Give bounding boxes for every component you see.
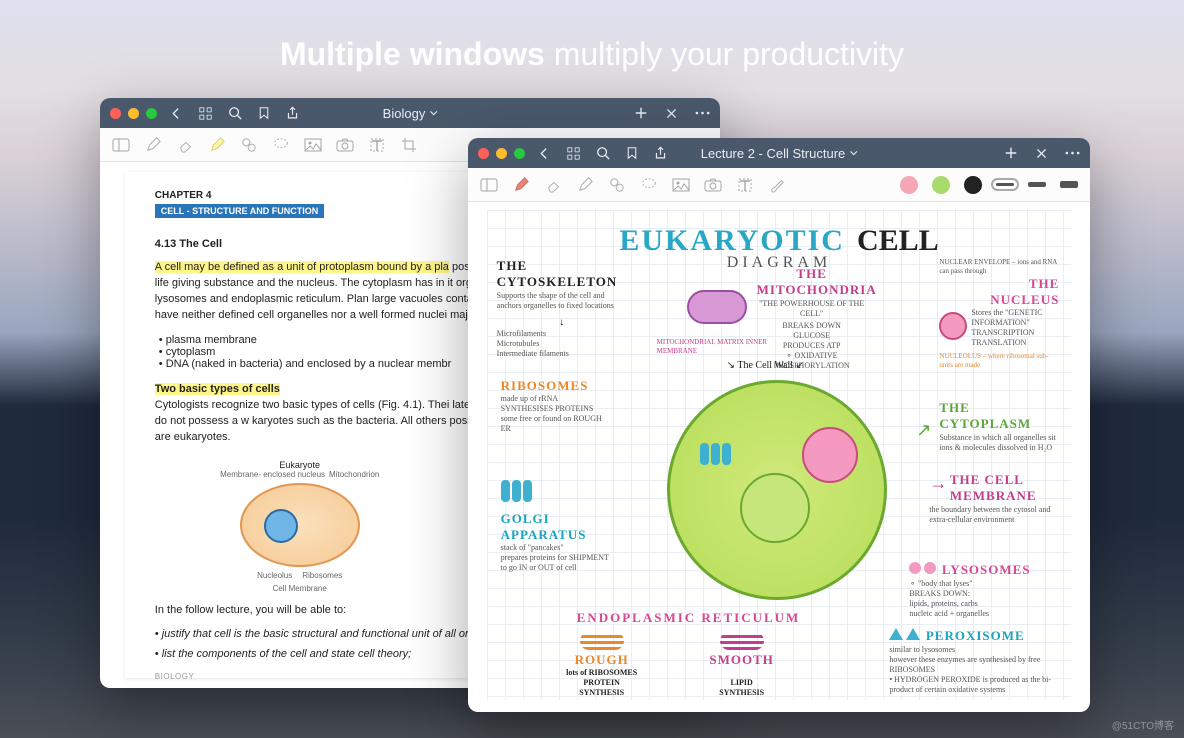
- search-icon[interactable]: [595, 146, 610, 161]
- highlighter-icon[interactable]: [208, 136, 226, 154]
- stroke-thick[interactable]: [1060, 181, 1078, 188]
- grid-icon[interactable]: [198, 106, 213, 121]
- camera-icon[interactable]: [336, 136, 354, 154]
- maximize-icon[interactable]: [514, 148, 525, 159]
- label-er: ENDOPLASMIC RETICULUM: [577, 610, 801, 627]
- camera-icon[interactable]: [704, 176, 722, 194]
- cell-drawing: [667, 380, 887, 600]
- chevron-down-icon: [429, 110, 437, 116]
- maximize-icon[interactable]: [146, 108, 157, 119]
- mitochondria-drawing: [687, 290, 747, 324]
- eukaryote-figure: [240, 483, 360, 567]
- close-icon[interactable]: [110, 108, 121, 119]
- stroke-med[interactable]: [1028, 182, 1046, 187]
- headline: Multiple windows multiply your productiv…: [0, 36, 1184, 73]
- brush-icon[interactable]: [768, 176, 786, 194]
- traffic-lights: [110, 108, 157, 119]
- label-membrane: → THE CELL MEMBRANE the boundary between…: [929, 472, 1059, 525]
- label-golgi: GOLGI APPARATUS stack of "pancakes" prep…: [501, 480, 621, 573]
- grid-icon[interactable]: [566, 146, 581, 161]
- arrow-icon: ↗: [916, 420, 931, 441]
- window-lecture: Lecture 2 - Cell Structure EUKARYOTIC: [468, 138, 1090, 712]
- shapes-icon[interactable]: [240, 136, 258, 154]
- label-peroxisome: PEROXISOME similar to lysosomes however …: [889, 628, 1059, 695]
- highlighted-text: A cell may be defined as a unit of proto…: [155, 261, 449, 273]
- color-swatch-pink[interactable]: [900, 176, 918, 194]
- label-nucleus: NUCLEAR ENVELOPE – ions and RNA can pass…: [939, 258, 1059, 370]
- minimize-icon[interactable]: [128, 108, 139, 119]
- minimize-icon[interactable]: [496, 148, 507, 159]
- titlebar[interactable]: Lecture 2 - Cell Structure: [468, 138, 1090, 168]
- label-cellwall: ↘ The Cell Wall ↙: [727, 360, 804, 373]
- color-swatch-green[interactable]: [932, 176, 950, 194]
- text-icon[interactable]: [368, 136, 386, 154]
- lasso-icon[interactable]: [640, 176, 658, 194]
- close-tab-icon[interactable]: [1034, 146, 1049, 161]
- label-rough: ROUGH lots of RIBOSOMES PROTEIN SYNTHESI…: [547, 632, 657, 698]
- share-icon[interactable]: [285, 106, 300, 121]
- image-icon[interactable]: [672, 176, 690, 194]
- sidebar-icon[interactable]: [112, 136, 130, 154]
- highlighted-subhead: Two basic types of cells: [155, 383, 280, 395]
- nucleus-drawing: [802, 427, 858, 483]
- stroke-thin[interactable]: [996, 183, 1014, 186]
- window-title[interactable]: Biology: [383, 106, 438, 121]
- more-icon[interactable]: [1065, 146, 1080, 161]
- traffic-lights: [478, 148, 525, 159]
- close-tab-icon[interactable]: [664, 106, 679, 121]
- add-icon[interactable]: [1003, 146, 1018, 161]
- eraser-icon[interactable]: [544, 176, 562, 194]
- watermark: @51CTO博客: [1112, 717, 1174, 732]
- image-icon[interactable]: [304, 136, 322, 154]
- text-icon[interactable]: [736, 176, 754, 194]
- label-cytoplasm: THE CYTOPLASM Substance in which all org…: [939, 400, 1059, 453]
- close-icon[interactable]: [478, 148, 489, 159]
- add-icon[interactable]: [633, 106, 648, 121]
- bookmark-icon[interactable]: [624, 146, 639, 161]
- crop-icon[interactable]: [400, 136, 418, 154]
- label-ribosomes: RIBOSOMES made up of rRNA SYNTHESISES PR…: [501, 378, 611, 434]
- more-icon[interactable]: [695, 106, 710, 121]
- highlighter-icon[interactable]: [576, 176, 594, 194]
- pen-icon[interactable]: [144, 136, 162, 154]
- eraser-icon[interactable]: [176, 136, 194, 154]
- pen-icon[interactable]: [512, 176, 530, 194]
- toolbar: [468, 168, 1090, 202]
- label-smooth: SMOOTH LIPID SYNTHESIS: [687, 632, 797, 698]
- subchapter-label: CELL - STRUCTURE AND FUNCTION: [155, 204, 325, 218]
- window-title[interactable]: Lecture 2 - Cell Structure: [701, 146, 858, 161]
- sidebar-icon[interactable]: [480, 176, 498, 194]
- back-icon[interactable]: [169, 106, 184, 121]
- label-mito-sub: MITOCHONDRIAL MATRIX INNER MEMBRANE: [657, 338, 777, 356]
- label-lysosomes: LYSOSOMES ⚬ "body that lyses" BREAKS DOW…: [909, 562, 1059, 619]
- bookmark-icon[interactable]: [256, 106, 271, 121]
- grid-page: EUKARYOTIC CELL DIAGRAM THE CYTOSKELETON…: [487, 210, 1072, 700]
- label-cytoskeleton: THE CYTOSKELETON Supports the shape of t…: [497, 258, 627, 359]
- titlebar[interactable]: Biology: [100, 98, 720, 128]
- search-icon[interactable]: [227, 106, 242, 121]
- chevron-down-icon: [849, 150, 857, 156]
- share-icon[interactable]: [653, 146, 668, 161]
- color-swatch-black[interactable]: [964, 176, 982, 194]
- lasso-icon[interactable]: [272, 136, 290, 154]
- back-icon[interactable]: [537, 146, 552, 161]
- shapes-icon[interactable]: [608, 176, 626, 194]
- notes-content[interactable]: EUKARYOTIC CELL DIAGRAM THE CYTOSKELETON…: [468, 202, 1090, 712]
